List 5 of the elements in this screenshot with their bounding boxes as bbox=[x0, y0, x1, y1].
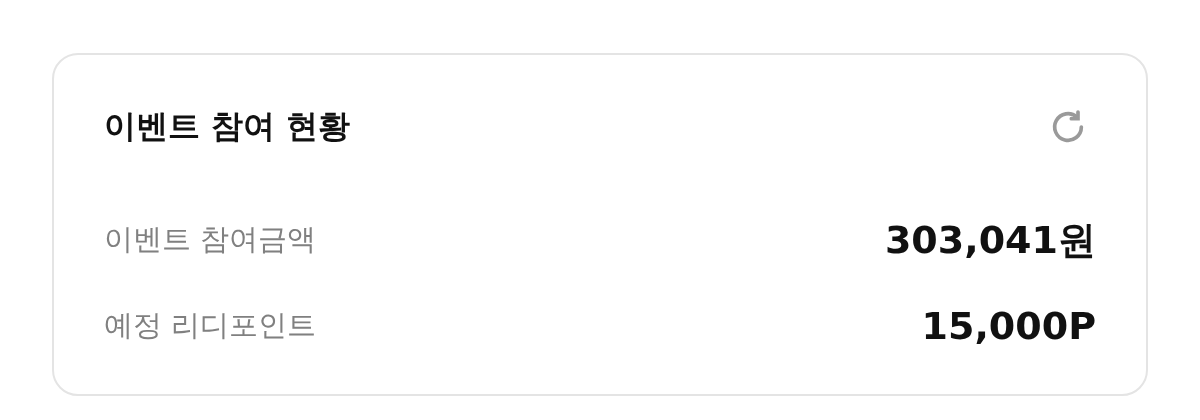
row-label: 예정 리디포인트 bbox=[104, 307, 317, 344]
row-value: 15,000P bbox=[921, 304, 1096, 348]
card-title: 이벤트 참여 현황 bbox=[104, 106, 351, 147]
row-value: 303,041원 bbox=[884, 216, 1096, 264]
row-label: 이벤트 참여금액 bbox=[104, 221, 317, 258]
